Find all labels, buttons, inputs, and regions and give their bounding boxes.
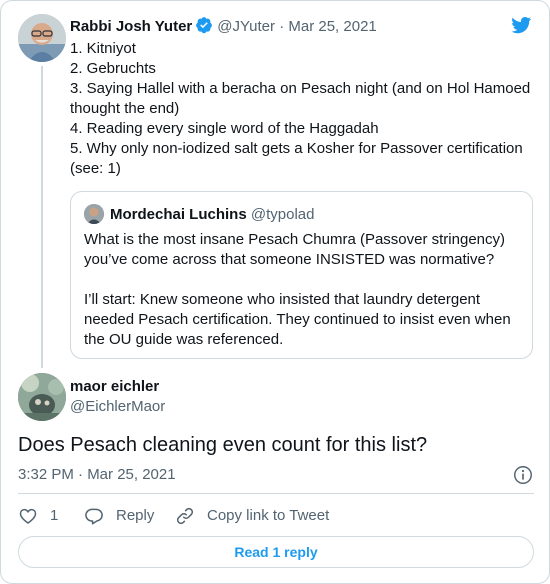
verified-badge-icon xyxy=(196,17,213,34)
author-name[interactable]: Rabbi Josh Yuter xyxy=(70,18,192,35)
thread-connector-line xyxy=(41,66,43,368)
text-line: 1. Kitniyot xyxy=(70,40,136,57)
parent-tweet-header: Rabbi Josh Yuter @JYuter · Mar 25, 2021 xyxy=(70,16,377,36)
quoted-tweet[interactable]: Mordechai Luchins @typolad What is the m… xyxy=(70,191,533,359)
quoted-avatar xyxy=(84,204,104,224)
read-replies-button[interactable]: Read 1 reply xyxy=(18,536,534,568)
text-line: 2. Gebruchts xyxy=(70,60,156,77)
like-button[interactable]: 1 xyxy=(18,504,58,528)
quoted-tweet-header: Mordechai Luchins @typolad xyxy=(110,205,314,225)
text-line: the OU guide was referenced. xyxy=(84,331,284,348)
reply-tweet-text: Does Pesach cleaning even count for this… xyxy=(18,434,428,456)
quoted-author-handle: @typolad xyxy=(250,206,315,223)
link-icon xyxy=(176,507,194,525)
quoted-author-name: Mordechai Luchins xyxy=(110,206,247,223)
avatar[interactable] xyxy=(18,14,66,62)
text-line: needed Pesach certification. They contin… xyxy=(84,311,511,328)
info-icon[interactable] xyxy=(512,464,534,486)
quoted-tweet-text: What is the most insane Pesach Chumra (P… xyxy=(84,230,524,350)
text-line: thought the end) xyxy=(70,100,180,117)
author-handle[interactable]: @JYuter xyxy=(217,18,275,35)
tweet-date[interactable]: Mar 25, 2021 xyxy=(288,18,376,35)
text-line: I’ll start: Knew someone who insisted th… xyxy=(84,291,481,308)
text-line: you’ve come across that someone INSISTED… xyxy=(84,251,495,268)
avatar[interactable] xyxy=(18,373,66,421)
reply-author-name[interactable]: maor eichler xyxy=(70,377,159,397)
twitter-bird-icon[interactable] xyxy=(510,15,533,35)
text-line: 4. Reading every single word of the Hagg… xyxy=(70,120,379,137)
like-count: 1 xyxy=(50,507,59,524)
reply-button[interactable]: Reply xyxy=(84,504,154,528)
copy-link-label: Copy link to Tweet xyxy=(207,507,330,524)
text-line: (see: 1) xyxy=(70,160,121,177)
tweet-embed-card: Rabbi Josh Yuter @JYuter · Mar 25, 2021 1… xyxy=(0,0,550,584)
reply-label: Reply xyxy=(116,507,155,524)
parent-tweet-text: 1. Kitniyot 2. Gebruchts 3. Saying Halle… xyxy=(70,39,540,179)
reply-bubble-icon xyxy=(85,508,103,525)
divider xyxy=(18,493,534,494)
text-line: What is the most insane Pesach Chumra (P… xyxy=(84,231,506,248)
separator-dot: · xyxy=(279,18,285,35)
tweet-timestamp[interactable]: 3:32 PM · Mar 25, 2021 xyxy=(18,465,176,485)
heart-icon xyxy=(19,508,37,524)
reply-author-handle[interactable]: @EichlerMaor xyxy=(70,397,165,417)
text-line: 3. Saying Hallel with a beracha on Pesac… xyxy=(70,80,531,97)
copy-link-button[interactable]: Copy link to Tweet xyxy=(175,504,329,528)
text-line: 5. Why only non-iodized salt gets a Kosh… xyxy=(70,140,523,157)
